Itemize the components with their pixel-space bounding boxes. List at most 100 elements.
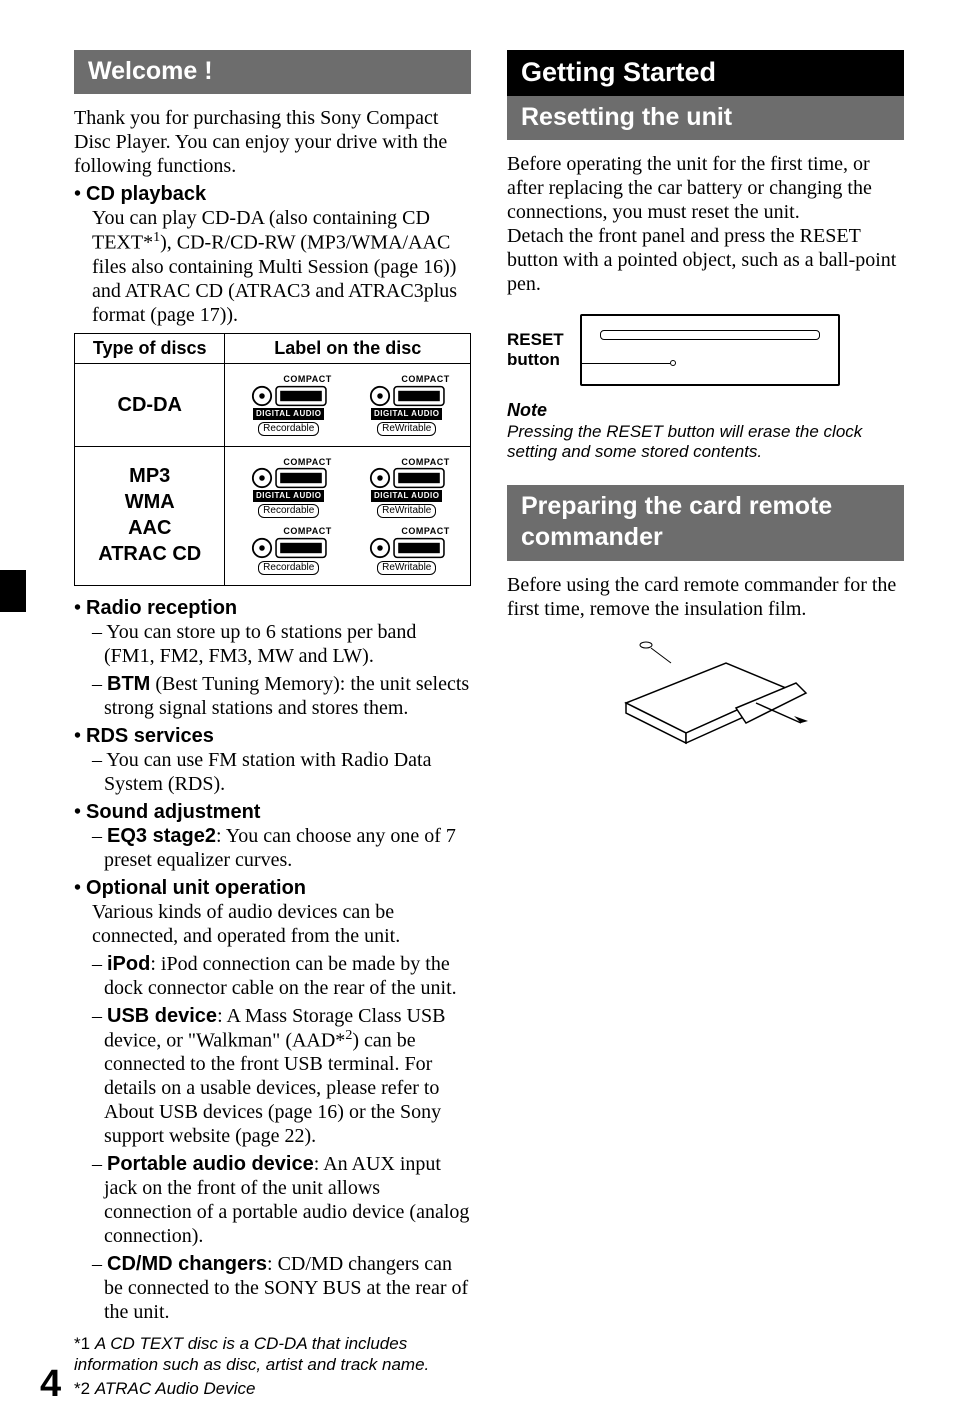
ipod-rest: : iPod connection can be made by the doc… (104, 953, 457, 999)
radio-reception-item: Radio reception (74, 596, 471, 620)
compact-disc-rewritable-icon: COMPACT DIGITAL AUDIO ReWritable (362, 457, 452, 518)
reset-button-label: RESET button (507, 330, 564, 371)
logo-digital-audio: DIGITAL AUDIO (371, 490, 442, 502)
two-column-layout: Welcome ! Thank you for purchasing this … (74, 50, 904, 1404)
rds-item: RDS services (74, 724, 471, 748)
logo-recordable: Recordable (258, 422, 319, 436)
logo-digital-audio: DIGITAL AUDIO (371, 408, 442, 420)
optional-sub: iPod: iPod connection can be made by the… (92, 952, 471, 1325)
fn2-text: ATRAC Audio Device (95, 1379, 256, 1398)
footnote-2: *2 ATRAC Audio Device (74, 1379, 471, 1399)
cd-playback-lead: CD playback (86, 183, 206, 205)
logo-rewritable: ReWritable (377, 561, 436, 575)
btm-lead: BTM (107, 673, 150, 695)
row2-logos: COMPACT DIGITAL AUDIO Recordable COMPACT… (225, 446, 471, 585)
cd-playback-item: CD playback (74, 182, 471, 206)
leader-line (582, 363, 670, 364)
row2-l4: ATRAC CD (81, 542, 218, 566)
sound-item: Sound adjustment (74, 800, 471, 824)
radio-item2: BTM (Best Tuning Memory): the unit selec… (104, 672, 471, 720)
logo-recordable: Recordable (258, 561, 319, 575)
fn2-num: *2 (74, 1379, 90, 1398)
portable-lead: Portable audio device (107, 1153, 314, 1175)
row2-l1: MP3 (81, 464, 218, 488)
reset-figure: RESET button (507, 314, 904, 386)
table-header-label: Label on the disc (225, 333, 471, 364)
note-heading: Note (507, 400, 904, 422)
prepare-heading: Preparing the card remote commander (507, 485, 904, 562)
fn1-num: *1 (74, 1334, 90, 1353)
compact-disc-rewritable-icon: COMPACT ReWritable (362, 526, 452, 575)
logo-compact-text: COMPACT (401, 374, 449, 385)
logo-recordable: Recordable (258, 504, 319, 518)
reset-l2: button (507, 350, 564, 370)
sound-item1: EQ3 stage2: You can choose any one of 7 … (104, 824, 471, 872)
row1-logos: COMPACT DIGITAL AUDIO Recordable CO (225, 364, 471, 446)
row2-l3: AAC (81, 516, 218, 540)
usb-lead: USB device (107, 1005, 217, 1027)
logo-compact-text: COMPACT (283, 374, 331, 385)
getting-started-heading: Getting Started (507, 50, 904, 96)
disc-slot-icon (600, 330, 820, 340)
resetting-body: Before operating the unit for the first … (507, 152, 904, 296)
optional-item: Optional unit operation (74, 876, 471, 900)
disc-type-table: Type of discs Label on the disc CD-DA CO… (74, 333, 471, 586)
row2-type: MP3 WMA AAC ATRAC CD (75, 446, 225, 585)
rds-item1: You can use FM station with Radio Data S… (104, 748, 471, 796)
prepare-body: Before using the card remote commander f… (507, 573, 904, 621)
ipod-item: iPod: iPod connection can be made by the… (104, 952, 471, 1000)
compact-disc-recordable-icon: COMPACT DIGITAL AUDIO Recordable (244, 457, 334, 518)
cdmd-lead: CD/MD changers (107, 1253, 267, 1275)
row2-l2: WMA (81, 490, 218, 514)
table-row: CD-DA COMPACT DIGITAL AUDIO (75, 364, 471, 446)
radio-item1: You can store up to 6 stations per band … (104, 620, 471, 668)
note-block: Note Pressing the RESET button will eras… (507, 400, 904, 462)
rds-lead: RDS services (86, 725, 214, 747)
row1-type: CD-DA (75, 364, 225, 446)
side-tab (0, 570, 26, 612)
logo-rewritable: ReWritable (377, 422, 436, 436)
radio-sub: You can store up to 6 stations per band … (92, 620, 471, 720)
reset-hole-icon (670, 360, 676, 366)
feature-list: CD playback You can play CD-DA (also con… (74, 182, 471, 327)
sound-sub: EQ3 stage2: You can choose any one of 7 … (92, 824, 471, 872)
portable-item: Portable audio device: An AUX input jack… (104, 1152, 471, 1248)
note-body: Pressing the RESET button will erase the… (507, 422, 904, 463)
rds-sub: You can use FM station with Radio Data S… (92, 748, 471, 796)
page-number: 4 (40, 1362, 61, 1408)
page: Welcome ! Thank you for purchasing this … (0, 0, 954, 1424)
footnotes: *1 A CD TEXT disc is a CD-DA that includ… (74, 1334, 471, 1399)
card-remote-icon (596, 633, 816, 763)
right-column: Getting Started Resetting the unit Befor… (507, 50, 904, 1404)
unit-panel-diagram (580, 314, 840, 386)
logo-compact-text: COMPACT (401, 526, 449, 537)
logo-digital-audio: DIGITAL AUDIO (253, 490, 324, 502)
logo-compact-text: COMPACT (401, 457, 449, 468)
fn1-text: A CD TEXT disc is a CD-DA that includes … (74, 1334, 429, 1373)
table-header-type: Type of discs (75, 333, 225, 364)
eq3-lead: EQ3 stage2 (107, 825, 216, 847)
welcome-heading: Welcome ! (74, 50, 471, 94)
btm-rest: (Best Tuning Memory): the unit selects s… (104, 673, 469, 719)
intro-text: Thank you for purchasing this Sony Compa… (74, 106, 471, 178)
optional-intro: Various kinds of audio devices can be co… (92, 900, 471, 948)
reset-l1: RESET (507, 330, 564, 350)
ipod-lead: iPod (107, 953, 150, 975)
resetting-heading: Resetting the unit (507, 96, 904, 140)
logo-digital-audio: DIGITAL AUDIO (253, 408, 324, 420)
compact-disc-recordable-icon: COMPACT DIGITAL AUDIO Recordable (244, 374, 334, 435)
logo-rewritable: ReWritable (377, 504, 436, 518)
left-column: Welcome ! Thank you for purchasing this … (74, 50, 471, 1404)
remote-illustration (507, 633, 904, 763)
compact-disc-recordable-icon: COMPACT Recordable (244, 526, 334, 575)
compact-disc-rewritable-icon: COMPACT DIGITAL AUDIO ReWritable (362, 374, 452, 435)
optional-lead: Optional unit operation (86, 877, 306, 899)
table-row: MP3 WMA AAC ATRAC CD COMPACT DIGITAL AUD… (75, 446, 471, 585)
logo-compact-text: COMPACT (283, 526, 331, 537)
usb-item: USB device: A Mass Storage Class USB dev… (104, 1004, 471, 1149)
radio-lead: Radio reception (86, 597, 237, 619)
sound-lead: Sound adjustment (86, 801, 260, 823)
footnote-1: *1 A CD TEXT disc is a CD-DA that includ… (74, 1334, 471, 1375)
cdmd-item: CD/MD changers: CD/MD changers can be co… (104, 1252, 471, 1324)
logo-compact-text: COMPACT (283, 457, 331, 468)
